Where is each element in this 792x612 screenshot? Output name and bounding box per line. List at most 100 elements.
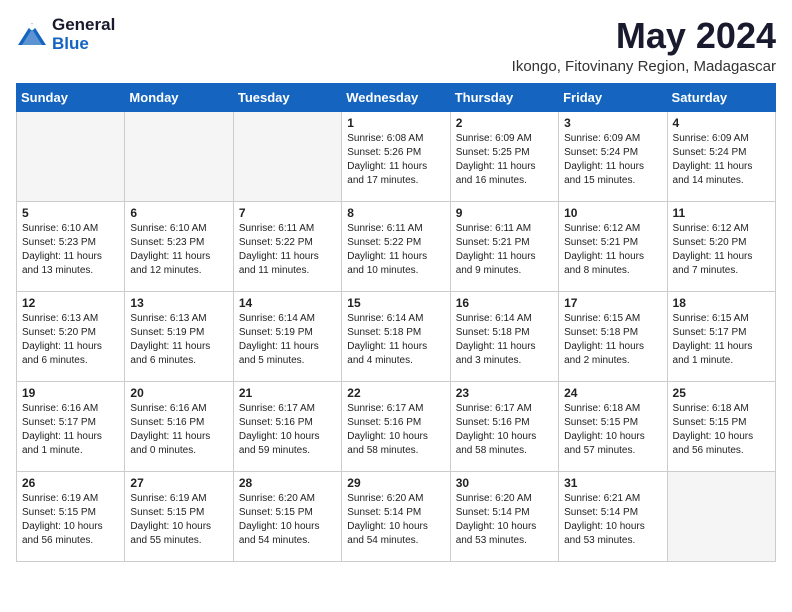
calendar-week-5: 26 Sunrise: 6:19 AM Sunset: 5:15 PM Dayli… [17, 471, 776, 561]
day-info: Sunrise: 6:19 AM Sunset: 5:15 PM Dayligh… [22, 492, 119, 548]
day-info: Sunrise: 6:15 AM Sunset: 5:18 PM Dayligh… [564, 312, 661, 368]
calendar-cell: 15 Sunrise: 6:14 AM Sunset: 5:18 PM Dayli… [342, 291, 450, 381]
day-number: 24 [564, 386, 661, 400]
logo-icon [16, 21, 48, 49]
calendar-cell: 17 Sunrise: 6:15 AM Sunset: 5:18 PM Dayli… [559, 291, 667, 381]
day-info: Sunrise: 6:09 AM Sunset: 5:24 PM Dayligh… [564, 132, 661, 188]
day-number: 27 [130, 476, 227, 490]
day-info: Sunrise: 6:14 AM Sunset: 5:18 PM Dayligh… [456, 312, 553, 368]
calendar-cell: 4 Sunrise: 6:09 AM Sunset: 5:24 PM Daylig… [667, 111, 775, 201]
calendar-cell: 14Sunrise: 6:14 AM Sunset: 5:19 PM Dayli… [233, 291, 341, 381]
day-info: Sunrise: 6:10 AM Sunset: 5:23 PM Dayligh… [130, 222, 227, 278]
day-info: Sunrise: 6:17 AM Sunset: 5:16 PM Dayligh… [456, 402, 553, 458]
day-number: 15 [347, 296, 444, 310]
calendar-cell: 2 Sunrise: 6:09 AM Sunset: 5:25 PM Daylig… [450, 111, 558, 201]
day-number: 7 [239, 206, 336, 220]
weekday-header-saturday: Saturday [667, 83, 775, 111]
weekday-header-wednesday: Wednesday [342, 83, 450, 111]
weekday-header-tuesday: Tuesday [233, 83, 341, 111]
day-number: 2 [456, 116, 553, 130]
calendar-cell: 22Sunrise: 6:17 AM Sunset: 5:16 PM Dayli… [342, 381, 450, 471]
page-header: General Blue May 2024 Ikongo, Fitovinany… [16, 16, 776, 75]
weekday-header-friday: Friday [559, 83, 667, 111]
day-number: 26 [22, 476, 119, 490]
logo-blue: Blue [52, 35, 115, 54]
day-info: Sunrise: 6:15 AM Sunset: 5:17 PM Dayligh… [673, 312, 770, 368]
calendar-cell: 18 Sunrise: 6:15 AM Sunset: 5:17 PM Dayli… [667, 291, 775, 381]
day-number: 1 [347, 116, 444, 130]
weekday-header-sunday: Sunday [17, 83, 125, 111]
day-info: Sunrise: 6:21 AM Sunset: 5:14 PM Dayligh… [564, 492, 661, 548]
day-info: Sunrise: 6:17 AM Sunset: 5:16 PM Dayligh… [347, 402, 444, 458]
day-info: Sunrise: 6:09 AM Sunset: 5:25 PM Dayligh… [456, 132, 553, 188]
day-info: Sunrise: 6:20 AM Sunset: 5:14 PM Dayligh… [347, 492, 444, 548]
calendar-cell: 8Sunrise: 6:11 AM Sunset: 5:22 PM Daylig… [342, 201, 450, 291]
day-info: Sunrise: 6:13 AM Sunset: 5:19 PM Dayligh… [130, 312, 227, 368]
calendar-week-2: 5Sunrise: 6:10 AM Sunset: 5:23 PM Daylig… [17, 201, 776, 291]
calendar-cell: 31Sunrise: 6:21 AM Sunset: 5:14 PM Dayli… [559, 471, 667, 561]
calendar-cell: 3 Sunrise: 6:09 AM Sunset: 5:24 PM Daylig… [559, 111, 667, 201]
logo: General Blue [16, 16, 115, 53]
calendar-cell: 24 Sunrise: 6:18 AM Sunset: 5:15 PM Dayli… [559, 381, 667, 471]
day-info: Sunrise: 6:16 AM Sunset: 5:16 PM Dayligh… [130, 402, 227, 458]
calendar-cell [125, 111, 233, 201]
calendar-cell: 20 Sunrise: 6:16 AM Sunset: 5:16 PM Dayli… [125, 381, 233, 471]
calendar-cell: 9Sunrise: 6:11 AM Sunset: 5:21 PM Daylig… [450, 201, 558, 291]
calendar-cell: 23 Sunrise: 6:17 AM Sunset: 5:16 PM Dayli… [450, 381, 558, 471]
day-number: 17 [564, 296, 661, 310]
day-info: Sunrise: 6:17 AM Sunset: 5:16 PM Dayligh… [239, 402, 336, 458]
calendar-cell: 1 Sunrise: 6:08 AM Sunset: 5:26 PM Daylig… [342, 111, 450, 201]
calendar-cell: 6Sunrise: 6:10 AM Sunset: 5:23 PM Daylig… [125, 201, 233, 291]
day-info: Sunrise: 6:18 AM Sunset: 5:15 PM Dayligh… [564, 402, 661, 458]
calendar-cell: 25 Sunrise: 6:18 AM Sunset: 5:15 PM Dayli… [667, 381, 775, 471]
day-info: Sunrise: 6:13 AM Sunset: 5:20 PM Dayligh… [22, 312, 119, 368]
calendar-week-1: 1 Sunrise: 6:08 AM Sunset: 5:26 PM Daylig… [17, 111, 776, 201]
day-number: 8 [347, 206, 444, 220]
day-info: Sunrise: 6:20 AM Sunset: 5:14 PM Dayligh… [456, 492, 553, 548]
calendar-cell: 11 Sunrise: 6:12 AM Sunset: 5:20 PM Dayli… [667, 201, 775, 291]
day-number: 21 [239, 386, 336, 400]
day-number: 11 [673, 206, 770, 220]
title-area: May 2024 Ikongo, Fitovinany Region, Mada… [512, 16, 776, 75]
day-info: Sunrise: 6:14 AM Sunset: 5:19 PM Dayligh… [239, 312, 336, 368]
day-number: 30 [456, 476, 553, 490]
day-number: 18 [673, 296, 770, 310]
day-number: 10 [564, 206, 661, 220]
calendar-week-3: 12 Sunrise: 6:13 AM Sunset: 5:20 PM Dayli… [17, 291, 776, 381]
day-number: 13 [130, 296, 227, 310]
day-info: Sunrise: 6:08 AM Sunset: 5:26 PM Dayligh… [347, 132, 444, 188]
day-info: Sunrise: 6:11 AM Sunset: 5:21 PM Dayligh… [456, 222, 553, 278]
day-number: 25 [673, 386, 770, 400]
day-number: 19 [22, 386, 119, 400]
day-info: Sunrise: 6:18 AM Sunset: 5:15 PM Dayligh… [673, 402, 770, 458]
calendar-cell: 26 Sunrise: 6:19 AM Sunset: 5:15 PM Dayli… [17, 471, 125, 561]
calendar-cell: 28 Sunrise: 6:20 AM Sunset: 5:15 PM Dayli… [233, 471, 341, 561]
day-number: 20 [130, 386, 227, 400]
day-info: Sunrise: 6:19 AM Sunset: 5:15 PM Dayligh… [130, 492, 227, 548]
calendar-cell: 29Sunrise: 6:20 AM Sunset: 5:14 PM Dayli… [342, 471, 450, 561]
day-number: 4 [673, 116, 770, 130]
calendar-cell [233, 111, 341, 201]
calendar-cell: 10 Sunrise: 6:12 AM Sunset: 5:21 PM Dayli… [559, 201, 667, 291]
day-number: 12 [22, 296, 119, 310]
day-info: Sunrise: 6:10 AM Sunset: 5:23 PM Dayligh… [22, 222, 119, 278]
weekday-header-thursday: Thursday [450, 83, 558, 111]
month-title: May 2024 [512, 16, 776, 56]
calendar-cell: 16 Sunrise: 6:14 AM Sunset: 5:18 PM Dayli… [450, 291, 558, 381]
calendar-cell [667, 471, 775, 561]
calendar-cell: 5Sunrise: 6:10 AM Sunset: 5:23 PM Daylig… [17, 201, 125, 291]
day-info: Sunrise: 6:12 AM Sunset: 5:20 PM Dayligh… [673, 222, 770, 278]
day-info: Sunrise: 6:14 AM Sunset: 5:18 PM Dayligh… [347, 312, 444, 368]
calendar-week-4: 19Sunrise: 6:16 AM Sunset: 5:17 PM Dayli… [17, 381, 776, 471]
day-info: Sunrise: 6:09 AM Sunset: 5:24 PM Dayligh… [673, 132, 770, 188]
day-number: 16 [456, 296, 553, 310]
day-number: 28 [239, 476, 336, 490]
weekday-header-monday: Monday [125, 83, 233, 111]
day-info: Sunrise: 6:20 AM Sunset: 5:15 PM Dayligh… [239, 492, 336, 548]
day-number: 23 [456, 386, 553, 400]
day-info: Sunrise: 6:12 AM Sunset: 5:21 PM Dayligh… [564, 222, 661, 278]
calendar-cell: 19Sunrise: 6:16 AM Sunset: 5:17 PM Dayli… [17, 381, 125, 471]
calendar-cell: 13 Sunrise: 6:13 AM Sunset: 5:19 PM Dayli… [125, 291, 233, 381]
day-number: 3 [564, 116, 661, 130]
calendar-cell [17, 111, 125, 201]
